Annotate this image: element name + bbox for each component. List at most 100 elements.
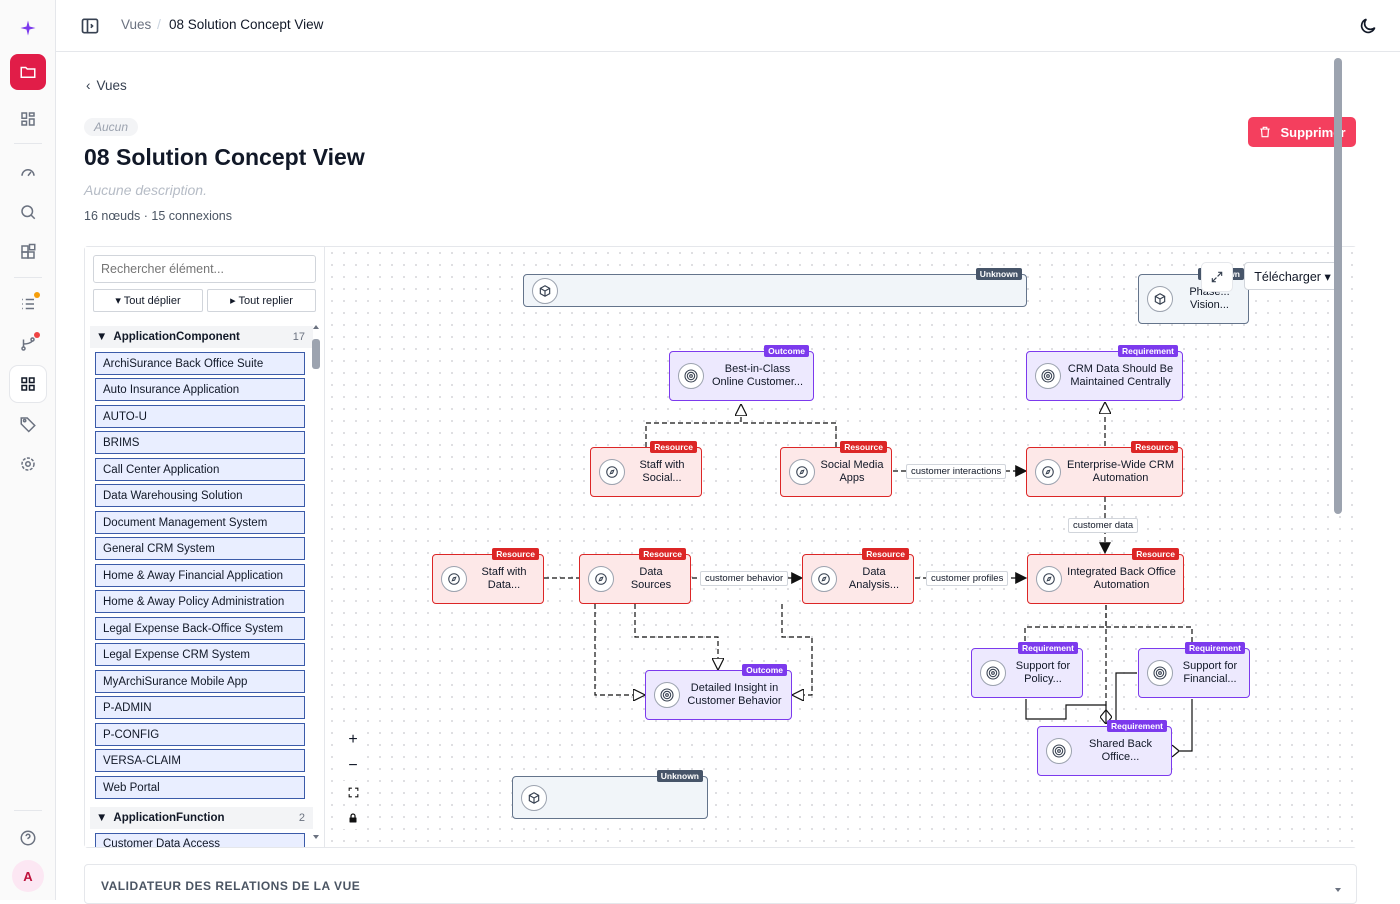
diagram-node[interactable]: Outcome Detailed Insight in Customer Beh… bbox=[645, 664, 792, 720]
list-item[interactable]: Legal Expense Back-Office System bbox=[95, 617, 305, 640]
target-icon bbox=[1046, 738, 1072, 764]
rail-divider bbox=[14, 143, 42, 144]
lock-button[interactable] bbox=[342, 807, 364, 829]
list-item[interactable]: Web Portal bbox=[95, 776, 305, 799]
diagram-canvas[interactable]: customer interactions customer data cust… bbox=[326, 247, 1357, 847]
diagram-node[interactable]: Resource Integrated Back Office Automati… bbox=[1027, 548, 1184, 604]
tag-icon[interactable] bbox=[10, 406, 46, 442]
list-item[interactable]: VERSA-CLAIM bbox=[95, 749, 305, 772]
list-item[interactable]: Customer Data Access bbox=[95, 833, 305, 847]
compass-icon bbox=[441, 566, 467, 592]
user-avatar[interactable]: A bbox=[12, 860, 44, 892]
group-application-function[interactable]: ▼ ApplicationFunction 2 bbox=[90, 807, 313, 829]
back-link[interactable]: ‹ Vues bbox=[86, 78, 127, 93]
dashboard-icon[interactable] bbox=[10, 101, 46, 137]
edge-policy-to-shared[interactable] bbox=[1025, 699, 1107, 723]
compass-icon bbox=[588, 566, 614, 592]
view-counts: 16 nœuds · 15 connexions bbox=[84, 209, 233, 223]
gauge-icon[interactable] bbox=[10, 154, 46, 190]
diagram-node[interactable]: Outcome Best-in-Class Online Customer... bbox=[669, 345, 814, 401]
expand-all-button[interactable]: ▾ Tout déplier bbox=[93, 289, 203, 312]
fit-view-button[interactable] bbox=[342, 781, 364, 803]
element-search-input[interactable] bbox=[93, 255, 316, 283]
group-count: 17 bbox=[292, 331, 305, 343]
edges-layer bbox=[544, 247, 1193, 847]
diagram-node[interactable]: Requirement Support for Financial... bbox=[1138, 642, 1250, 698]
node-label: Data Analysis... bbox=[848, 566, 900, 591]
download-button[interactable]: Télécharger ▾ bbox=[1244, 262, 1341, 290]
sparkle-logo-icon[interactable] bbox=[10, 10, 46, 46]
compass-icon bbox=[789, 459, 815, 485]
diagram-node[interactable]: Resource Data Sources bbox=[579, 548, 691, 604]
edge-social-media-to-best[interactable] bbox=[741, 422, 837, 447]
list-item[interactable]: General CRM System bbox=[95, 537, 305, 560]
diagram-node[interactable]: Resource Staff with Data... bbox=[432, 548, 544, 604]
diagram-node[interactable]: Unknown bbox=[523, 268, 1027, 307]
zoom-out-button[interactable]: − bbox=[342, 755, 364, 777]
target-icon bbox=[678, 363, 704, 389]
list-item[interactable]: Call Center Application bbox=[95, 458, 305, 481]
cube-icon bbox=[532, 277, 558, 304]
diagram-node[interactable]: Requirement CRM Data Should Be Maintaine… bbox=[1026, 345, 1183, 401]
rail-divider bbox=[14, 810, 42, 811]
list-item[interactable]: AUTO-U bbox=[95, 405, 305, 428]
list-item[interactable]: Document Management System bbox=[95, 511, 305, 534]
sidebar-scrollbar[interactable] bbox=[311, 323, 321, 843]
zoom-search-icon[interactable] bbox=[10, 194, 46, 230]
target-icon bbox=[1035, 363, 1061, 389]
target-icon bbox=[1147, 660, 1173, 686]
top-bar: Vues / 08 Solution Concept View bbox=[56, 0, 1400, 52]
edge-sources-to-insight-2[interactable] bbox=[634, 604, 718, 669]
list-item[interactable]: P-CONFIG bbox=[95, 723, 305, 746]
collapse-all-button[interactable]: ▸ Tout replier bbox=[207, 289, 316, 312]
folder-icon[interactable] bbox=[10, 54, 46, 90]
list-item[interactable]: Home & Away Policy Administration bbox=[95, 590, 305, 613]
diagram-node[interactable]: Resource Enterprise-Wide CRM Automation bbox=[1026, 441, 1183, 497]
moon-icon[interactable] bbox=[1358, 16, 1378, 36]
list-item[interactable]: MyArchiSurance Mobile App bbox=[95, 670, 305, 693]
git-branch-icon[interactable] bbox=[10, 326, 46, 362]
list-item[interactable]: Home & Away Financial Application bbox=[95, 564, 305, 587]
group-application-component[interactable]: ▼ ApplicationComponent 17 bbox=[90, 326, 313, 348]
list-item[interactable]: Data Warehousing Solution bbox=[95, 484, 305, 507]
edge-backoffice-to-financial[interactable] bbox=[1106, 626, 1193, 645]
list-icon[interactable] bbox=[10, 286, 46, 322]
list-item[interactable]: Auto Insurance Application bbox=[95, 378, 305, 401]
diagram-node[interactable]: Unknown Phase... Vision... bbox=[1138, 268, 1249, 324]
rail-divider bbox=[14, 277, 42, 278]
relations-validator[interactable]: VALIDATEUR DES RELATIONS DE LA VUE bbox=[84, 864, 1357, 904]
zoom-in-button[interactable]: + bbox=[342, 729, 364, 751]
breadcrumb-separator: / bbox=[157, 16, 161, 32]
cube-icon bbox=[1147, 286, 1173, 312]
list-item[interactable]: Legal Expense CRM System bbox=[95, 643, 305, 666]
edge-backoffice-to-policy[interactable] bbox=[1024, 605, 1107, 645]
node-label: Staff with Social... bbox=[639, 459, 685, 484]
list-item[interactable]: BRIMS bbox=[95, 431, 305, 454]
settings-gear-icon[interactable] bbox=[10, 446, 46, 482]
breadcrumb-parent[interactable]: Vues bbox=[121, 17, 151, 32]
target-icon bbox=[980, 660, 1006, 686]
diagram-node[interactable]: Unknown bbox=[512, 770, 708, 819]
list-item[interactable]: P-ADMIN bbox=[95, 696, 305, 719]
compass-icon bbox=[1036, 566, 1062, 592]
list-item[interactable]: ArchiSurance Back Office Suite bbox=[95, 352, 305, 375]
diagram-node[interactable]: Resource Staff with Social... bbox=[590, 441, 702, 497]
node-label: Support for Financial... bbox=[1182, 660, 1238, 685]
views-grid-icon[interactable] bbox=[10, 366, 46, 402]
diagram-node[interactable]: Resource Data Analysis... bbox=[802, 548, 914, 604]
compass-icon bbox=[811, 566, 837, 592]
sidebar-toggle-icon[interactable] bbox=[80, 16, 100, 36]
edge-financial-link[interactable] bbox=[1110, 672, 1137, 728]
edge-sources-to-insight[interactable] bbox=[594, 604, 644, 695]
help-icon[interactable] bbox=[10, 820, 46, 856]
diagram-node[interactable]: Requirement Shared Back Office... bbox=[1037, 720, 1172, 776]
diagram-node[interactable]: Requirement Support for Policy... bbox=[971, 642, 1083, 698]
back-label: Vues bbox=[96, 78, 127, 93]
expand-button[interactable] bbox=[1202, 263, 1232, 291]
view-editor-panel: ▾ Tout déplier ▸ Tout replier ▼ Applicat… bbox=[84, 246, 1357, 848]
diagram-node[interactable]: Resource Social Media Apps bbox=[780, 441, 892, 497]
cube-icon bbox=[521, 784, 547, 811]
page-scrollbar[interactable] bbox=[1332, 52, 1344, 900]
blocks-icon[interactable] bbox=[10, 234, 46, 270]
node-label: CRM Data Should Be Maintained Centrally bbox=[1067, 363, 1174, 388]
